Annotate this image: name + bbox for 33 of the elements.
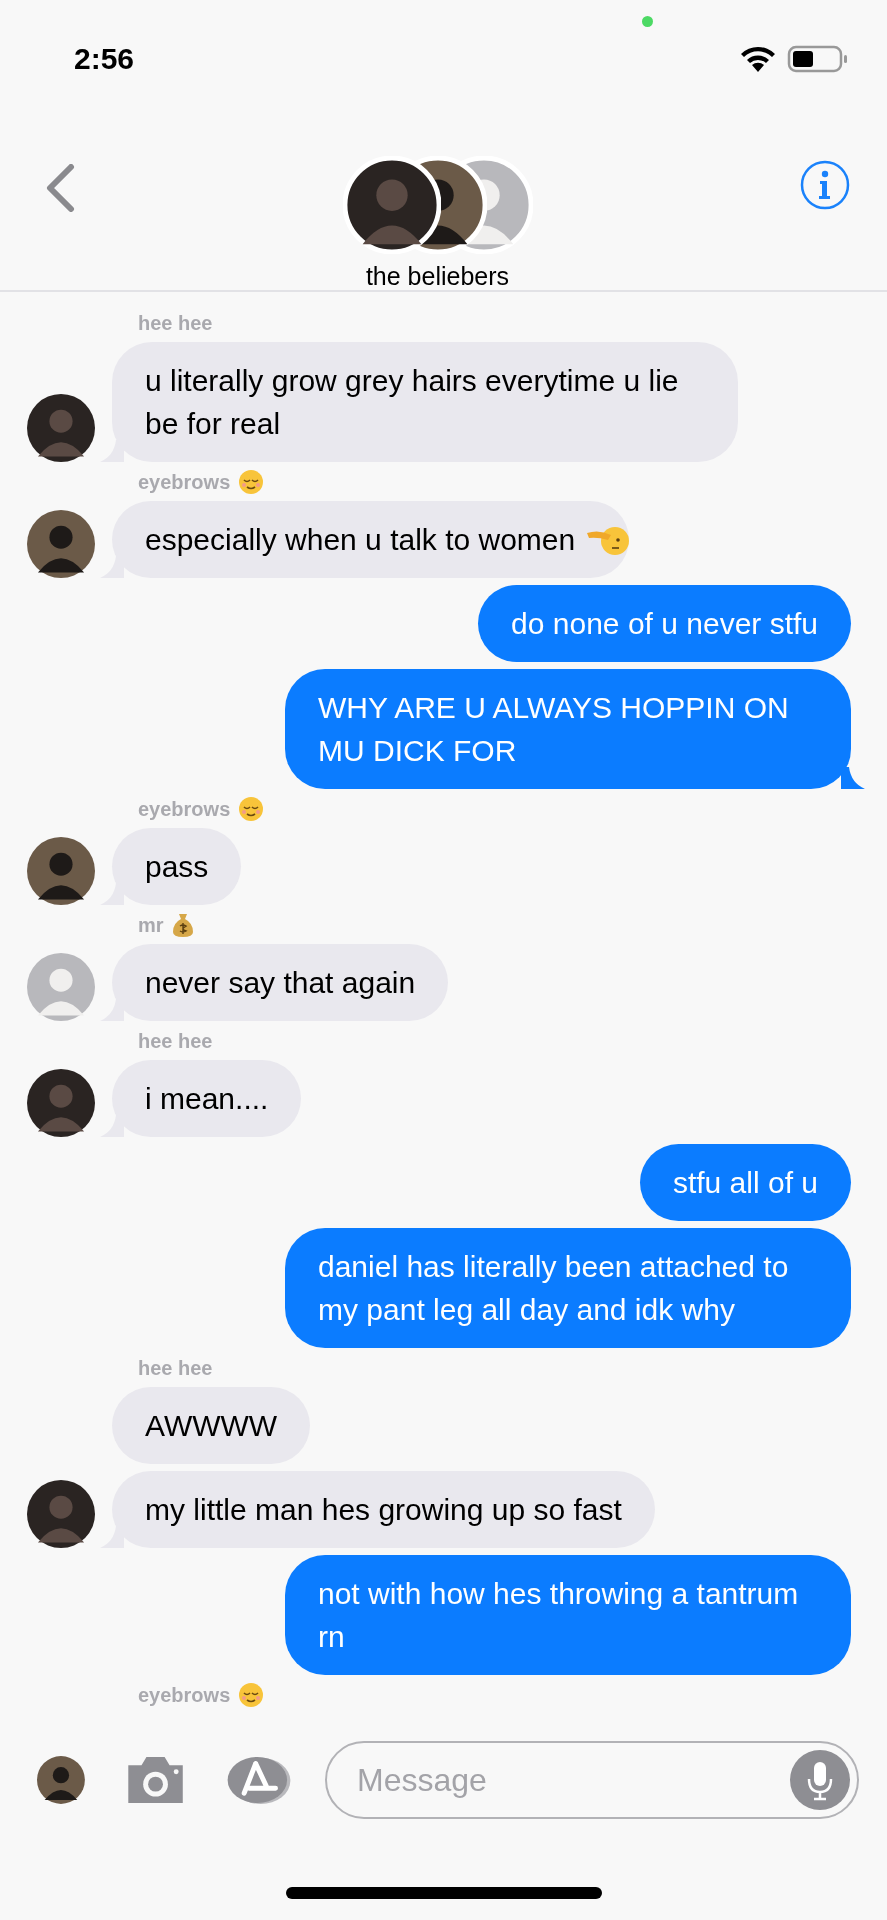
sender-name: eyebrows — [138, 797, 231, 821]
message-field[interactable]: Message — [325, 1741, 859, 1819]
message-bubble: WHY ARE U ALWAYS HOPPIN ON MU DICK FOR — [285, 669, 851, 789]
message-bubble: pass — [112, 828, 242, 905]
message-bubble: stfu all of u — [639, 1144, 851, 1221]
message-bubble: my little man hes growing up so fast — [112, 1471, 655, 1548]
sender-name: hee hee — [138, 1029, 213, 1053]
message-bubble: never say that again — [112, 944, 449, 1021]
avatar[interactable] — [27, 510, 95, 578]
info-icon[interactable] — [800, 160, 850, 210]
message-bubble: daniel has literally been attached to my pant leg all day and idk why — [285, 1228, 851, 1348]
sender-name: eyebrows — [138, 1683, 231, 1707]
message-bubble: do none of u never stfu — [478, 585, 851, 662]
message-bubble: i mean.... — [112, 1060, 302, 1137]
back-icon[interactable] — [45, 164, 75, 212]
message-bubble: AWWWW — [112, 1387, 311, 1464]
camera-indicator-dot — [642, 16, 653, 27]
message-bubble: especially when u talk to women — [112, 501, 630, 578]
sender-name: hee hee — [138, 311, 213, 335]
status-time: 2:56 — [74, 42, 135, 76]
sender-name: eyebrows — [138, 470, 231, 494]
microphone-icon[interactable] — [789, 1749, 851, 1811]
avatar[interactable] — [27, 1069, 95, 1137]
sender-name: mr — [138, 913, 164, 937]
wifi-icon — [739, 45, 777, 73]
battery-icon — [787, 44, 849, 74]
avatar[interactable] — [27, 394, 95, 462]
sender-name: hee hee — [138, 1356, 213, 1380]
avatar[interactable] — [27, 837, 95, 905]
avatar[interactable] — [27, 1480, 95, 1548]
message-bubble: not with how hes throwing a tantrum rn — [285, 1555, 851, 1675]
message-bubble: u literally grow grey hairs everytime u lie be for real — [112, 342, 738, 462]
group-title[interactable]: the beliebers — [365, 262, 510, 291]
